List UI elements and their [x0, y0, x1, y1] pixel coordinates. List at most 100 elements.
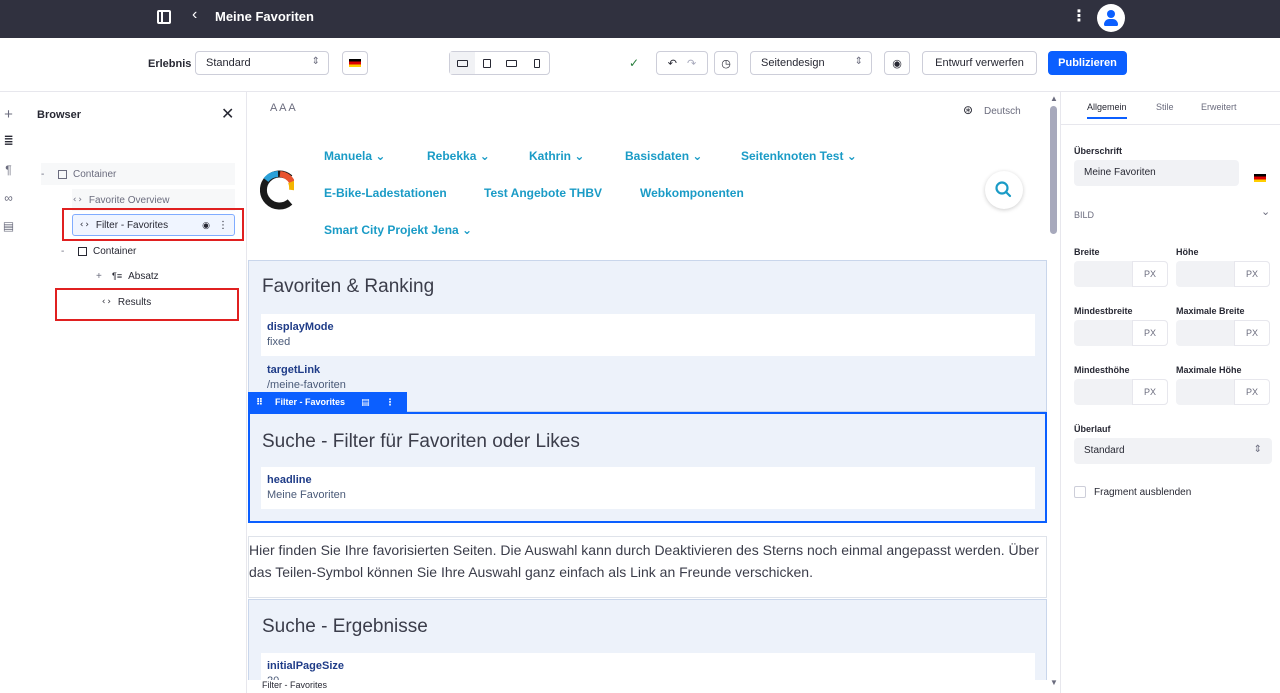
overflow-select[interactable]: Standard ⇕: [1074, 438, 1272, 464]
field-key: headline: [267, 474, 312, 486]
config-field: headline Meine Favoriten: [261, 467, 1035, 509]
fragment-suche-ergebnisse[interactable]: Suche - Ergebnisse initialPageSize 20: [248, 599, 1047, 693]
tree-item-container[interactable]: - Container: [41, 163, 235, 185]
close-icon[interactable]: ✕: [221, 104, 234, 124]
search-button[interactable]: [985, 171, 1023, 209]
tab-allgemein[interactable]: Allgemein: [1087, 102, 1127, 119]
canvas-scrollbar[interactable]: ▲ ▼: [1048, 92, 1060, 693]
code-icon: ‹›: [72, 195, 83, 205]
mobile-preview-button[interactable]: [524, 52, 549, 74]
highlight-box-results: [55, 288, 239, 321]
language-flag-button[interactable]: [342, 51, 368, 75]
tree-item-label: Favorite Overview: [88, 194, 170, 206]
nav-item-rebekka[interactable]: Rebekka ⌄: [427, 149, 490, 163]
user-avatar[interactable]: [1097, 4, 1125, 32]
nav-item-manuela[interactable]: Manuela ⌄: [324, 149, 385, 163]
add-icon[interactable]: +: [2, 107, 15, 122]
scroll-up-icon[interactable]: ▲: [1050, 94, 1058, 103]
max-height-input[interactable]: PX: [1176, 379, 1270, 405]
tree-item-label: Container: [93, 245, 137, 257]
tab-stile[interactable]: Stile: [1156, 102, 1174, 112]
tab-erweitert[interactable]: Erweitert: [1201, 102, 1237, 112]
kebab-menu-icon[interactable]: ⋮: [1071, 6, 1087, 26]
language-selector[interactable]: Deutsch: [984, 106, 1021, 117]
width-label: Breite: [1074, 247, 1100, 257]
max-width-input[interactable]: PX: [1176, 320, 1270, 346]
undo-icon[interactable]: ↶: [668, 57, 677, 70]
nav-item-kathrin[interactable]: Kathrin ⌄: [529, 149, 584, 163]
fragment-favoriten-ranking[interactable]: Favoriten & Ranking displayMode fixed ta…: [248, 260, 1047, 412]
landscape-preview-button[interactable]: [500, 52, 525, 74]
paragraph-block[interactable]: Hier finden Sie Ihre favorisierten Seite…: [248, 536, 1047, 598]
tree-toggle[interactable]: -: [41, 169, 53, 180]
publish-button[interactable]: Publizieren: [1048, 51, 1127, 75]
comments-icon[interactable]: ▤: [2, 220, 15, 233]
site-logo[interactable]: [259, 170, 296, 210]
tree-item-container[interactable]: - Container: [61, 240, 136, 262]
fragment-filter-favorites[interactable]: Suche - Filter für Favoriten oder Likes …: [248, 412, 1047, 523]
kebab-icon[interactable]: ⋮: [386, 397, 395, 408]
min-width-input[interactable]: PX: [1074, 320, 1168, 346]
nav-item-basisdaten[interactable]: Basisdaten ⌄: [625, 149, 702, 163]
german-flag-icon: [349, 59, 361, 67]
preview-button[interactable]: ◉: [884, 51, 910, 75]
sidebar-toggle-icon[interactable]: [157, 10, 171, 24]
tree-item-label: Container: [73, 168, 117, 180]
saved-check-icon: ✓: [629, 56, 640, 70]
field-value: fixed: [267, 336, 291, 348]
fragment-title: Suche - Filter für Favoriten oder Likes: [262, 431, 580, 452]
undo-redo-group: ↶ ↷: [656, 51, 708, 75]
tablet-preview-button[interactable]: [475, 52, 500, 74]
min-height-input[interactable]: PX: [1074, 379, 1168, 405]
left-icon-strip: + ≣ ¶ ∞ ▤: [0, 92, 17, 693]
tablet-icon: [483, 58, 492, 68]
back-chevron-icon[interactable]: ‹: [192, 6, 197, 24]
page-canvas: A A A ⊛ Deutsch Manuela ⌄ Rebekka ⌄ Kath…: [248, 92, 1048, 693]
width-input[interactable]: PX: [1074, 261, 1168, 287]
browser-icon[interactable]: ≣: [2, 134, 15, 147]
unit-label: PX: [1132, 261, 1168, 287]
nav-item-smart-city[interactable]: Smart City Projekt Jena ⌄: [324, 223, 472, 237]
scrollbar-thumb[interactable]: [1050, 106, 1057, 234]
experience-label: Erlebnis: [148, 58, 192, 70]
chevron-down-icon[interactable]: ⌄: [1261, 205, 1270, 218]
heading-input[interactable]: Meine Favoriten: [1074, 160, 1239, 186]
redo-icon[interactable]: ↷: [687, 57, 696, 70]
discard-draft-button[interactable]: Entwurf verwerfen: [922, 51, 1037, 75]
tree-toggle[interactable]: -: [61, 246, 73, 257]
page-design-select[interactable]: Seitendesign ⇕: [750, 51, 872, 75]
scroll-down-icon[interactable]: ▼: [1050, 678, 1058, 687]
nav-item-e-bike[interactable]: E-Bike-Ladestationen: [324, 186, 447, 200]
hide-fragment-checkbox[interactable]: [1074, 486, 1086, 498]
nav-item-webkomponenten[interactable]: Webkomponenten: [640, 186, 744, 200]
experience-select[interactable]: Standard ⇕: [195, 51, 329, 75]
discard-draft-label: Entwurf verwerfen: [935, 57, 1024, 69]
paint-roller-icon[interactable]: ¶: [2, 164, 15, 177]
drag-handle-icon[interactable]: ⠿: [256, 397, 263, 408]
history-button[interactable]: ◷: [714, 51, 738, 75]
nav-item-test-angebote[interactable]: Test Angebote THBV: [484, 186, 602, 200]
unit-label: PX: [1234, 320, 1270, 346]
mobile-icon: [533, 58, 540, 68]
nav-item-seitenknoten-test[interactable]: Seitenknoten Test ⌄: [741, 149, 857, 163]
german-flag-icon: [1254, 174, 1266, 182]
height-input[interactable]: PX: [1176, 261, 1270, 287]
desktop-preview-button[interactable]: [450, 52, 475, 74]
overflow-label: Überlauf: [1074, 424, 1111, 434]
tree-toggle[interactable]: +: [96, 271, 108, 282]
language-flag-button[interactable]: [1254, 169, 1266, 187]
comment-icon[interactable]: ▤: [361, 397, 370, 408]
fragment-toolbar[interactable]: ⠿ Filter - Favorites ▤ ⋮: [248, 392, 407, 412]
field-key: initialPageSize: [267, 660, 345, 672]
hide-fragment-label: Fragment ausblenden: [1094, 487, 1192, 498]
select-caret-icon: ⇕: [854, 56, 863, 67]
field-value: /meine-favoriten: [267, 379, 346, 391]
field-value: Meine Favoriten: [267, 489, 346, 501]
bottom-fragment-label: Filter - Favorites: [248, 680, 1048, 693]
tree-item-absatz[interactable]: + ¶≡ Absatz: [96, 265, 159, 287]
configuration-panel: Allgemein Stile Erweitert Überschrift Me…: [1060, 92, 1280, 693]
font-size-control[interactable]: A A A: [270, 102, 296, 114]
eye-icon: ◉: [892, 57, 902, 70]
link-icon[interactable]: ∞: [2, 192, 15, 205]
min-height-label: Mindesthöhe: [1074, 365, 1130, 375]
